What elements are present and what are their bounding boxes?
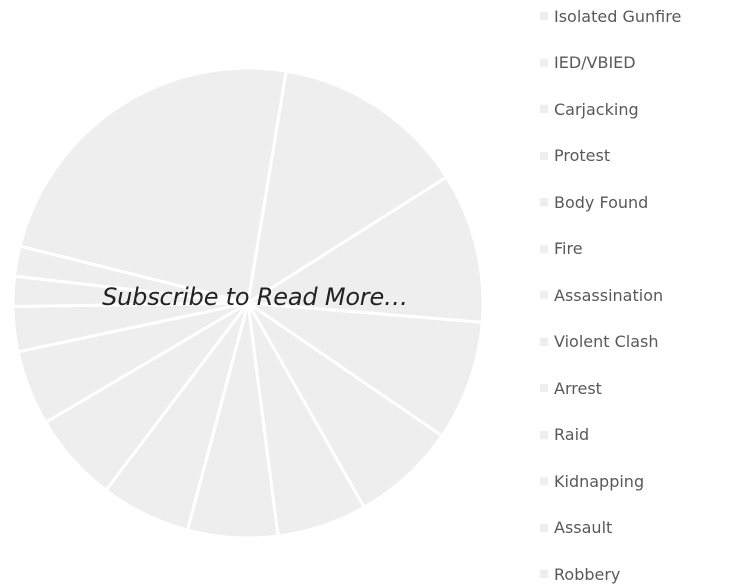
legend-item-protest[interactable]: Protest bbox=[540, 144, 610, 168]
legend-label: Assault bbox=[554, 518, 613, 537]
legend-label: Fire bbox=[554, 239, 583, 258]
legend-label: Carjacking bbox=[554, 99, 639, 119]
legend-item-isolated-gunfire[interactable]: Isolated Gunfire bbox=[540, 4, 681, 28]
legend-item-body-found[interactable]: Body Found bbox=[540, 190, 648, 214]
legend-label: Isolated Gunfire bbox=[554, 6, 682, 26]
legend-item-arrest[interactable]: Arrest bbox=[540, 376, 602, 400]
subscribe-overlay-text[interactable]: Subscribe to Read More… bbox=[60, 283, 450, 311]
legend-item-robbery[interactable]: Robbery bbox=[540, 562, 620, 586]
legend-label: Kidnapping bbox=[554, 471, 645, 491]
legend-swatch bbox=[540, 105, 548, 113]
legend-item-assault[interactable]: Assault bbox=[540, 516, 612, 540]
legend-swatch bbox=[540, 291, 548, 299]
legend-label: Raid bbox=[554, 425, 590, 444]
legend-item-kidnapping[interactable]: Kidnapping bbox=[540, 469, 644, 493]
legend-item-assassination[interactable]: Assassination bbox=[540, 283, 663, 307]
legend-swatch bbox=[540, 384, 548, 392]
legend-swatch bbox=[540, 244, 548, 253]
legend-label: Violent Clash bbox=[554, 332, 659, 351]
legend-label: Assassination bbox=[554, 285, 664, 305]
legend-swatch bbox=[540, 477, 548, 485]
legend-label: Arrest bbox=[554, 378, 602, 398]
legend-item-carjacking[interactable]: Carjacking bbox=[540, 97, 639, 121]
legend-swatch bbox=[540, 570, 548, 578]
legend-label: Body Found bbox=[554, 192, 649, 212]
legend-item-ied-vbied[interactable]: IED/VBIED bbox=[540, 51, 636, 75]
legend-swatch bbox=[540, 430, 548, 439]
legend-swatch bbox=[540, 337, 548, 346]
legend-swatch bbox=[540, 523, 548, 532]
legend-label: Robbery bbox=[554, 564, 621, 584]
legend-swatch bbox=[540, 12, 548, 20]
legend-item-raid[interactable]: Raid bbox=[540, 423, 589, 447]
legend-item-fire[interactable]: Fire bbox=[540, 237, 583, 261]
legend-swatch bbox=[540, 58, 548, 67]
legend-item-violent-clash[interactable]: Violent Clash bbox=[540, 330, 659, 354]
legend-swatch bbox=[540, 151, 548, 160]
legend-label: Protest bbox=[554, 146, 611, 165]
legend-label: IED/VBIED bbox=[554, 53, 636, 72]
legend-swatch bbox=[540, 198, 548, 206]
